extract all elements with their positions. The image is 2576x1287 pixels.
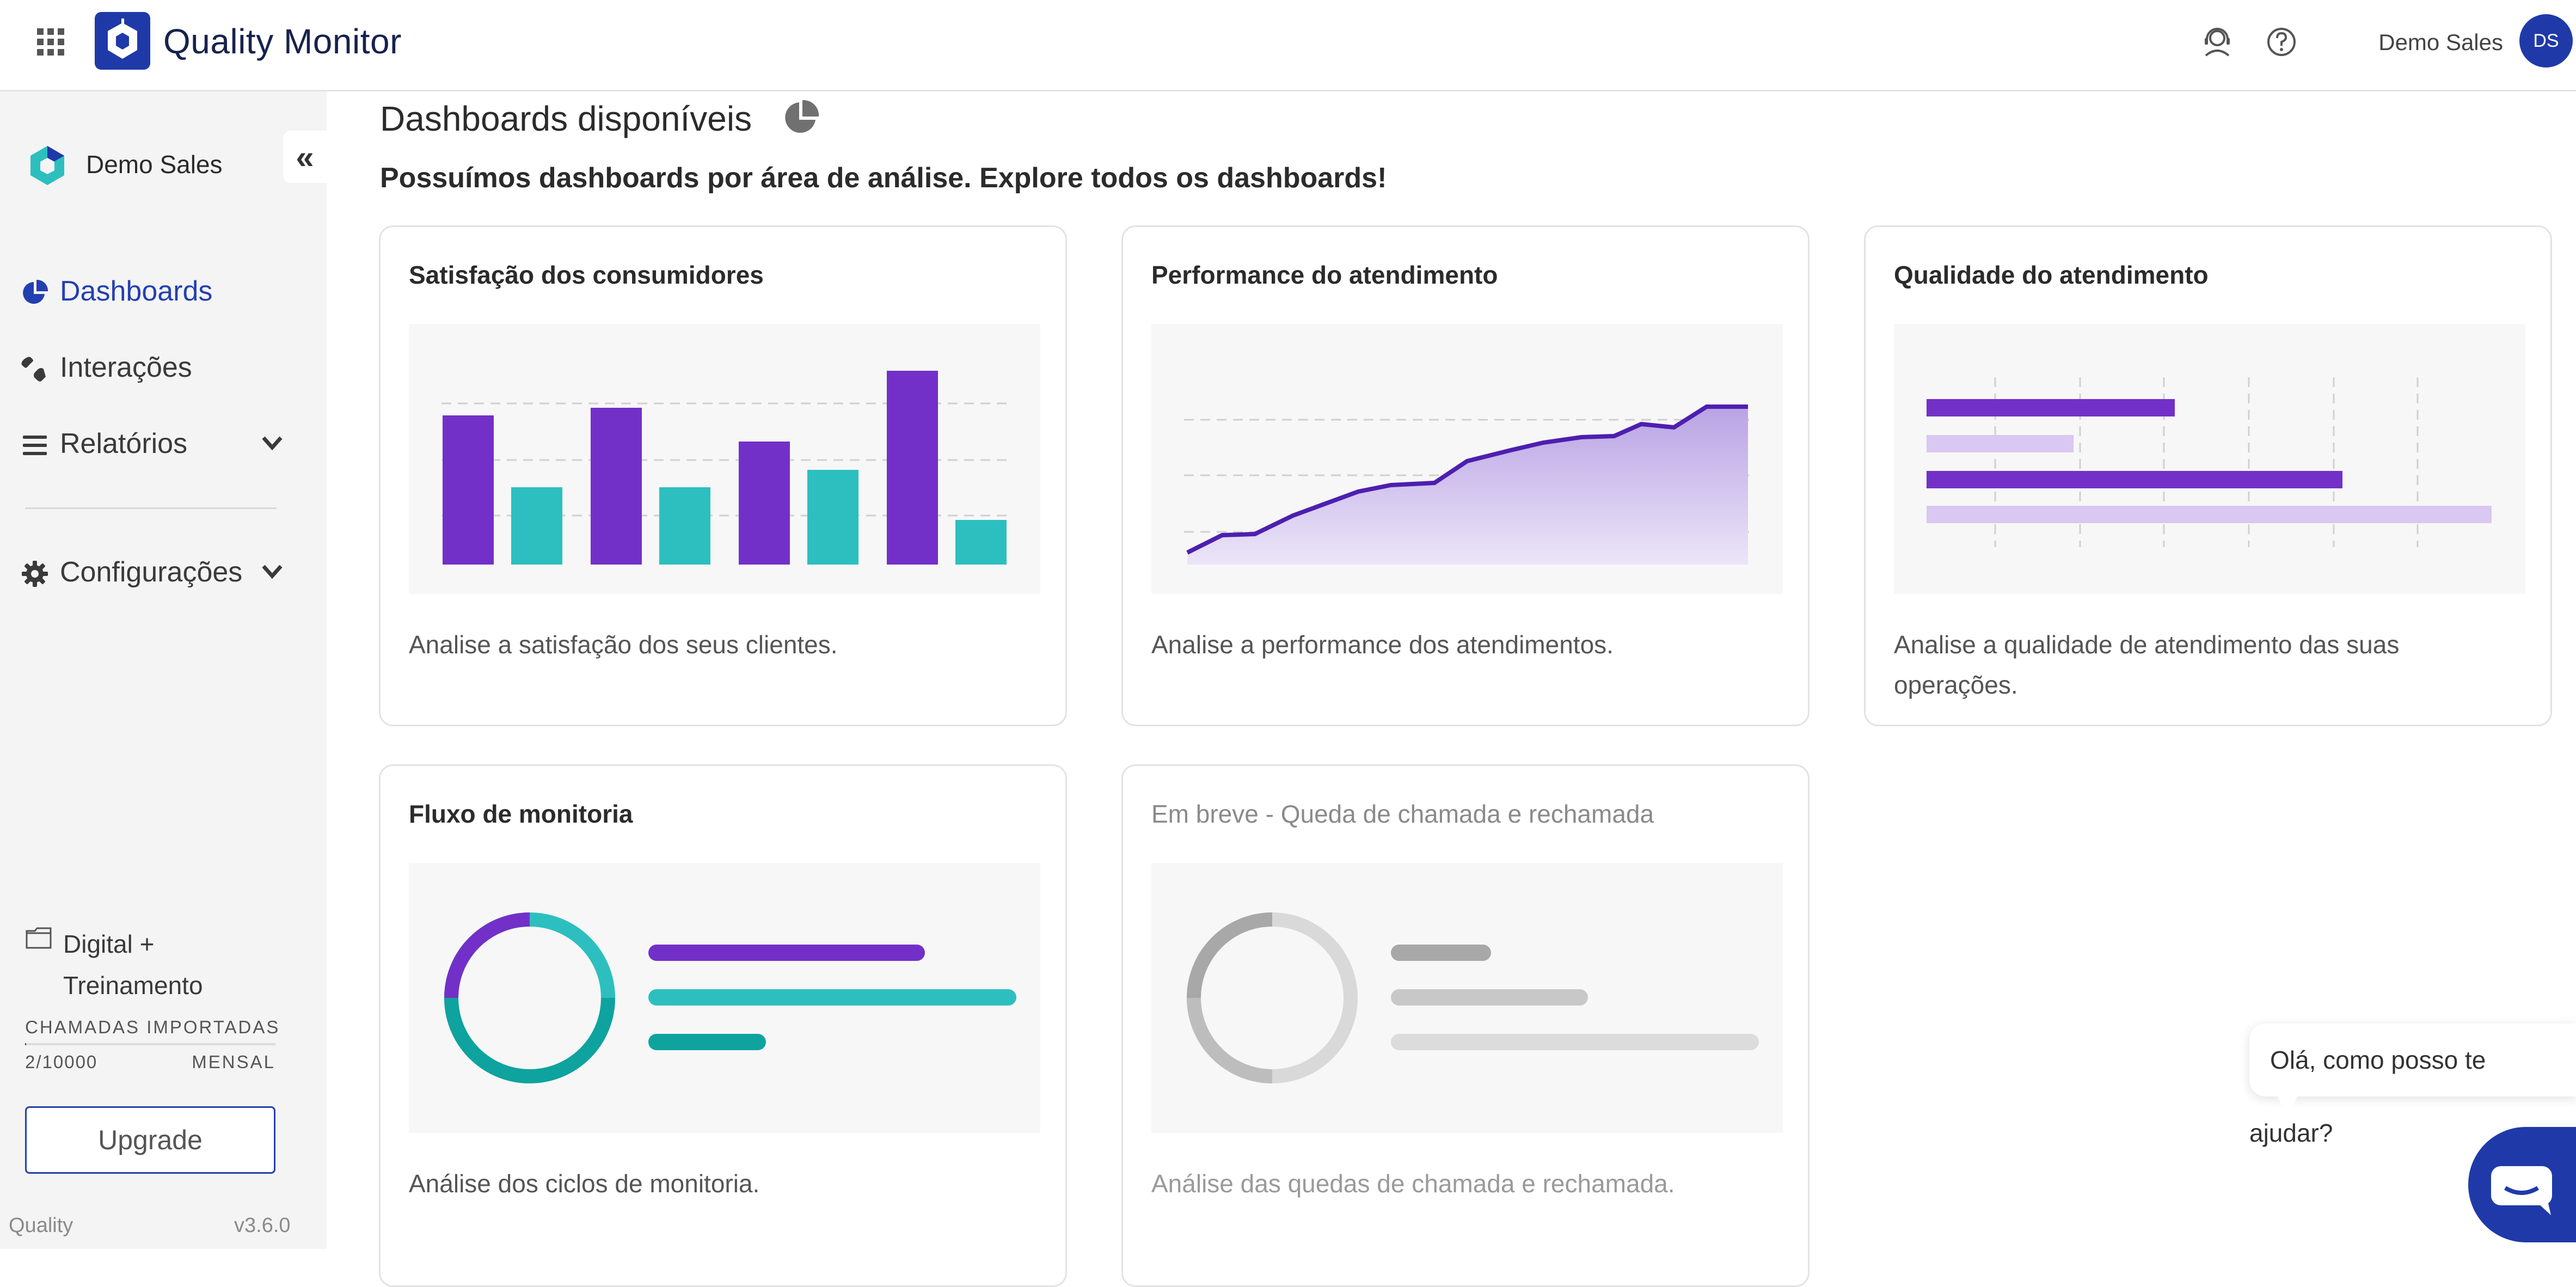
collapse-sidebar-button[interactable]: « bbox=[283, 131, 327, 183]
chat-icon bbox=[2491, 1166, 2552, 1215]
card-title: Satisfação dos consumidores bbox=[409, 261, 764, 289]
pie-chart-icon bbox=[23, 279, 48, 304]
usage-progress-fill bbox=[25, 1043, 26, 1045]
org-name: Demo Sales bbox=[86, 150, 223, 179]
usage-label: CHAMADAS IMPORTADAS bbox=[25, 1017, 280, 1037]
nav-label: Dashboards bbox=[60, 275, 213, 307]
pie-chart-icon bbox=[785, 100, 819, 133]
support-agent-icon[interactable] bbox=[2199, 24, 2235, 60]
nav-label: Configurações bbox=[60, 556, 243, 588]
dashboard-card-performance[interactable]: Performance do atendimento Analise a per… bbox=[1121, 225, 1810, 726]
user-avatar[interactable]: DS bbox=[2519, 14, 2573, 68]
chevron-down-icon[interactable] bbox=[260, 561, 284, 583]
header-user-name[interactable]: Demo Sales bbox=[2378, 27, 2503, 58]
donut-chart-illustration bbox=[1187, 912, 1759, 1083]
org-logo-icon bbox=[30, 146, 64, 185]
usage-period: MENSAL bbox=[192, 1052, 275, 1072]
card-title: Qualidade do atendimento bbox=[1894, 261, 2209, 289]
card-description: Análise das quedas de chamada e rechamad… bbox=[1151, 1169, 1675, 1198]
card-title: Em breve - Queda de chamada e rechamada bbox=[1151, 800, 1654, 828]
card-title: Fluxo de monitoria bbox=[409, 800, 633, 828]
area-chart-illustration bbox=[1184, 405, 1750, 565]
card-description: Análise dos ciclos de monitoria. bbox=[409, 1169, 760, 1198]
folder-icon bbox=[26, 927, 52, 949]
top-bar: Quality Monitor Demo Sales DS bbox=[0, 0, 2576, 91]
card-description: Analise a performance dos atendimentos. bbox=[1151, 630, 1614, 659]
dashboard-card-queda-chamada: Em breve - Queda de chamada e rechamada … bbox=[1121, 764, 1810, 1287]
chat-launcher-button[interactable] bbox=[2468, 1127, 2576, 1242]
donut-chart-illustration bbox=[444, 912, 1016, 1083]
nav-divider bbox=[25, 507, 277, 509]
card-preview bbox=[409, 324, 1040, 594]
footer-version: v3.6.0 bbox=[234, 1214, 291, 1237]
gear-icon bbox=[22, 561, 48, 587]
upgrade-button[interactable]: Upgrade bbox=[25, 1106, 275, 1174]
card-description: Analise a qualidade de atendimento das s… bbox=[1894, 630, 2400, 699]
phone-icon bbox=[21, 357, 46, 382]
usage-count: 2/10000 bbox=[25, 1052, 98, 1072]
card-preview bbox=[1894, 324, 2525, 594]
help-icon[interactable] bbox=[2264, 24, 2299, 60]
nav-label: Interações bbox=[60, 352, 192, 383]
page-subtitle: Possuímos dashboards por área de análise… bbox=[380, 162, 1387, 194]
nav-label: Relatórios bbox=[60, 428, 188, 459]
nav-item-dashboards[interactable]: Dashboards bbox=[0, 263, 327, 318]
nav-item-interacoes[interactable]: Interações bbox=[0, 340, 327, 394]
logo-icon bbox=[108, 19, 137, 59]
chat-bubble-tail bbox=[2276, 1093, 2299, 1115]
dashboard-card-fluxo[interactable]: Fluxo de monitoria Análise dos ciclos de… bbox=[379, 764, 1067, 1287]
app-logo[interactable] bbox=[95, 12, 150, 70]
card-description: Analise a satisfação dos seus clientes. bbox=[409, 630, 838, 659]
apps-grid-icon[interactable] bbox=[36, 27, 65, 57]
nav-item-relatorios[interactable]: Relatórios bbox=[0, 416, 327, 470]
plan-name: Digital + Treinamento bbox=[63, 930, 203, 1000]
sidebar: Demo Sales « Dashboards Interações Relat… bbox=[0, 91, 327, 1249]
card-preview bbox=[1151, 863, 1783, 1133]
horizontal-bar-illustration bbox=[1927, 377, 2492, 547]
card-title: Performance do atendimento bbox=[1151, 261, 1498, 289]
dashboard-card-qualidade[interactable]: Qualidade do atendimento Analise a quali… bbox=[1864, 225, 2552, 726]
card-preview bbox=[409, 863, 1040, 1133]
chat-greeting-bubble[interactable]: Olá, como posso te ajudar? bbox=[2249, 1024, 2576, 1147]
usage-progress-bar bbox=[25, 1043, 275, 1045]
footer-brand: Quality bbox=[9, 1214, 73, 1237]
page-title: Dashboards disponíveis bbox=[380, 99, 752, 138]
dashboard-card-satisfacao[interactable]: Satisfação dos consumidores Analise a sa… bbox=[379, 225, 1067, 726]
card-preview bbox=[1151, 324, 1783, 594]
nav-item-configuracoes[interactable]: Configurações bbox=[0, 544, 327, 599]
chevron-down-icon[interactable] bbox=[260, 432, 284, 454]
bar-chart-illustration bbox=[441, 371, 1008, 565]
app-title: Quality Monitor bbox=[163, 22, 402, 61]
list-icon bbox=[23, 436, 47, 455]
